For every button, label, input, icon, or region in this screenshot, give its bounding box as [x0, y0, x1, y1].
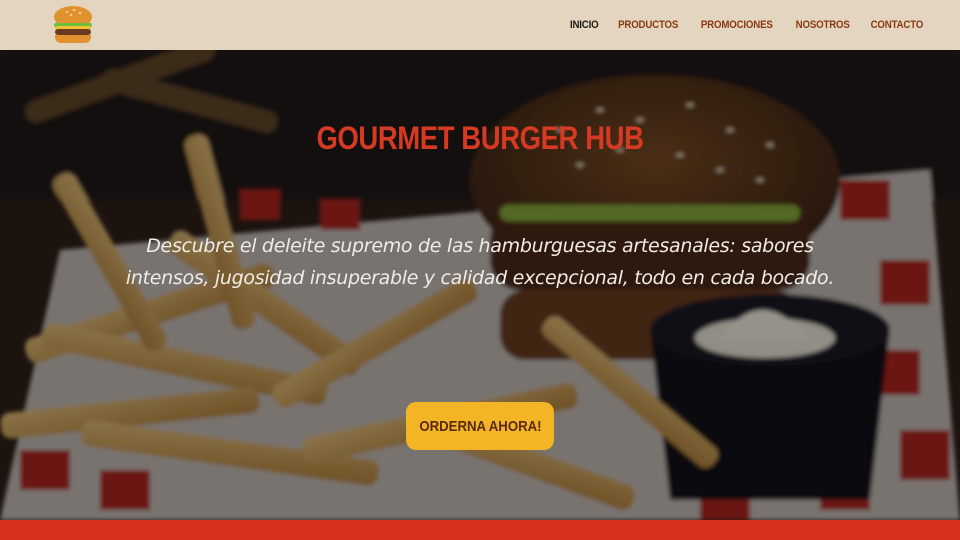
navbar: INICIO PRODUCTOS PROMOCIONES NOSOTROS CO…	[0, 0, 960, 50]
nav-item-contacto[interactable]: CONTACTO	[871, 19, 924, 31]
hero-section: GOURMET BURGER HUB Descubre el deleite s…	[0, 50, 960, 520]
section-divider-bar	[0, 520, 960, 540]
main-nav: INICIO PRODUCTOS PROMOCIONES NOSOTROS CO…	[568, 0, 927, 50]
order-now-button[interactable]: ORDERNA AHORA!	[406, 402, 554, 450]
nav-item-nosotros[interactable]: NOSOTROS	[796, 19, 850, 31]
hero-title: GOURMET BURGER HUB	[316, 120, 644, 156]
hero-description: Descubre el deleite supremo de las hambu…	[125, 235, 835, 289]
order-now-label: ORDERNA AHORA!	[418, 417, 542, 435]
nav-item-inicio[interactable]: INICIO	[570, 19, 599, 31]
nav-item-productos[interactable]: PRODUCTOS	[618, 19, 678, 31]
burger-icon[interactable]	[52, 4, 94, 44]
nav-item-promociones[interactable]: PROMOCIONES	[701, 19, 773, 31]
